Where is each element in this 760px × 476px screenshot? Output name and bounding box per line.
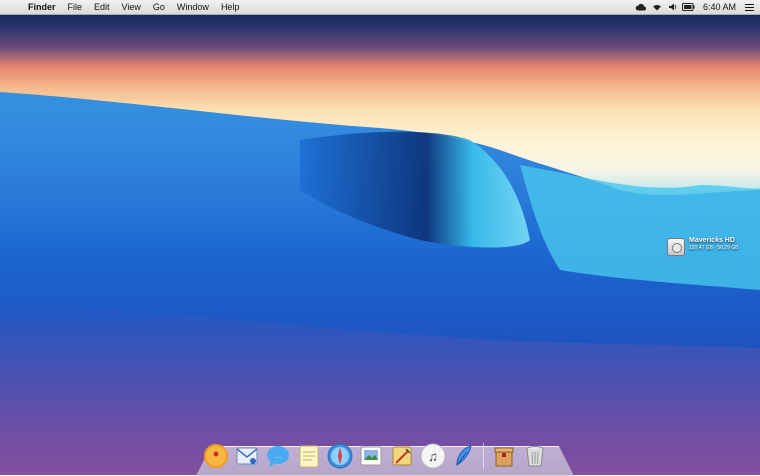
wifi-icon[interactable] <box>649 0 665 14</box>
preview-icon[interactable] <box>358 443 384 469</box>
wave-artwork <box>0 92 760 475</box>
hard-drive-icon <box>667 238 685 256</box>
drive-name: Mavericks HD <box>689 237 735 244</box>
archive-icon[interactable] <box>491 443 517 469</box>
feather-icon[interactable] <box>451 443 477 469</box>
volume-icon[interactable] <box>665 0 681 14</box>
launchpad-icon[interactable] <box>203 443 229 469</box>
menu-file[interactable]: File <box>62 0 89 14</box>
menu-app-finder[interactable]: Finder <box>22 0 62 14</box>
trash-icon[interactable] <box>522 443 548 469</box>
status-area: 6:40 AM <box>633 0 760 14</box>
menu-go[interactable]: Go <box>147 0 171 14</box>
mail-icon[interactable] <box>234 443 260 469</box>
cloud-icon[interactable] <box>633 0 649 14</box>
safari-icon[interactable] <box>327 443 353 469</box>
drive-size: 120.47 GB · 56.29 GB <box>689 245 739 251</box>
menu-view[interactable]: View <box>116 0 147 14</box>
dock-separator <box>483 443 484 469</box>
menu-help[interactable]: Help <box>215 0 246 14</box>
battery-icon[interactable] <box>681 0 697 14</box>
notification-center-icon[interactable] <box>742 0 756 14</box>
svg-text:♫: ♫ <box>428 449 438 464</box>
svg-text:…: … <box>274 453 281 460</box>
messages-icon[interactable]: … <box>265 443 291 469</box>
dock: … ♫ <box>200 435 550 469</box>
itunes-icon[interactable]: ♫ <box>420 443 446 469</box>
menu-window[interactable]: Window <box>171 0 215 14</box>
desktop-drive-icon[interactable]: Mavericks HD 120.47 GB · 56.29 GB <box>667 236 757 260</box>
notes-icon[interactable] <box>296 443 322 469</box>
menu-clock[interactable]: 6:40 AM <box>697 0 742 14</box>
notes2-icon[interactable] <box>389 443 415 469</box>
menu-bar: Finder File Edit View Go Window Help 6:4… <box>0 0 760 15</box>
menu-edit[interactable]: Edit <box>88 0 116 14</box>
